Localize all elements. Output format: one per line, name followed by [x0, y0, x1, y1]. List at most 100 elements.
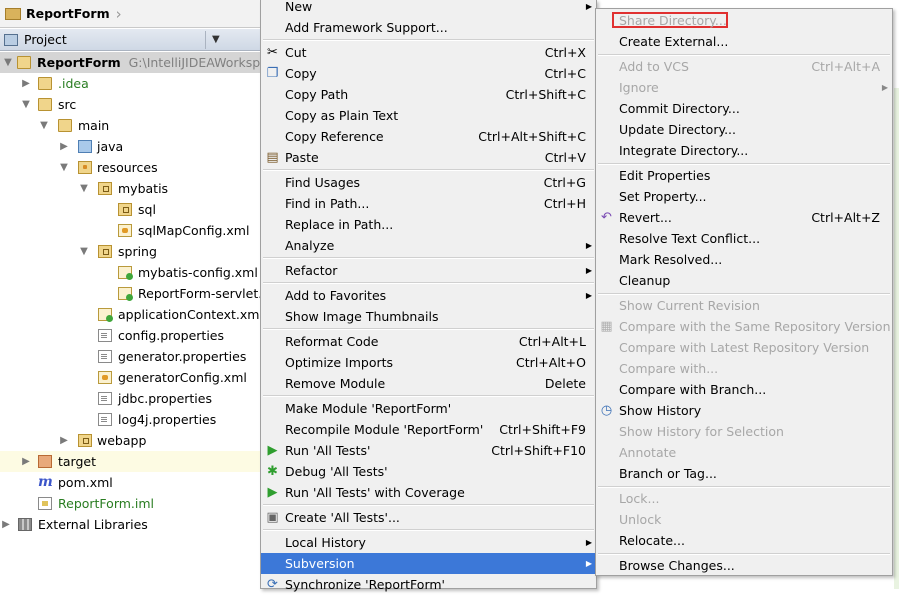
menu-item-paste[interactable]: ▤ Paste Ctrl+V	[261, 147, 596, 168]
menu-item-copy-as-plain-text[interactable]: Copy as Plain Text	[261, 105, 596, 126]
menu-item-create-all-tests[interactable]: ▣ Create 'All Tests'...	[261, 507, 596, 528]
menu-item-copy[interactable]: ❐ Copy Ctrl+C	[261, 63, 596, 84]
menu-item-subversion[interactable]: Subversion ▶	[261, 553, 596, 574]
scissors-icon: ✂	[267, 45, 278, 60]
svn-item-mark-resolved[interactable]: Mark Resolved...	[596, 249, 892, 270]
tree-node-sqlmapconfig[interactable]: sqlMapConfig.xml	[0, 220, 262, 241]
menu-item-analyze[interactable]: Analyze ▶	[261, 235, 596, 256]
menu-item-synchronize[interactable]: ⟳ Synchronize 'ReportForm'	[261, 574, 596, 595]
svn-item-compare-with[interactable]: Compare with...	[596, 358, 892, 379]
tree-node-idea[interactable]: ▶ .idea	[0, 73, 262, 94]
tree-node-applicationcontext[interactable]: applicationContext.xml	[0, 304, 262, 325]
expand-arrow-icon[interactable]: ▼	[58, 157, 70, 178]
tree-node-jdbc-properties[interactable]: jdbc.properties	[0, 388, 262, 409]
menu-item-refactor[interactable]: Refactor ▶	[261, 260, 596, 281]
tree-node-label: webapp	[97, 433, 147, 448]
menu-item-find-in-path[interactable]: Find in Path... Ctrl+H	[261, 193, 596, 214]
menu-item-new[interactable]: New ▶	[261, 0, 596, 17]
menu-item-copy-reference[interactable]: Copy Reference Ctrl+Alt+Shift+C	[261, 126, 596, 147]
tree-node-label: External Libraries	[38, 517, 148, 532]
tree-node-mybatis[interactable]: ▼ mybatis	[0, 178, 262, 199]
menu-item-local-history[interactable]: Local History ▶	[261, 532, 596, 553]
svn-item-compare-same-repo[interactable]: ▦ Compare with the Same Repository Versio…	[596, 316, 892, 337]
menu-item-replace-in-path[interactable]: Replace in Path...	[261, 214, 596, 235]
svn-item-commit-directory[interactable]: Commit Directory...	[596, 98, 892, 119]
expand-arrow-icon[interactable]: ▼	[78, 241, 90, 262]
tree-node-generator-properties[interactable]: generator.properties	[0, 346, 262, 367]
menu-item-find-usages[interactable]: Find Usages Ctrl+G	[261, 172, 596, 193]
svn-item-compare-latest-repo[interactable]: Compare with Latest Repository Version	[596, 337, 892, 358]
submenu-arrow-icon: ▶	[585, 538, 592, 547]
svn-item-revert[interactable]: ↶ Revert... Ctrl+Alt+Z	[596, 207, 892, 228]
svn-item-branch-or-tag[interactable]: Branch or Tag...	[596, 463, 892, 484]
tree-node-project-root[interactable]: ▼ ReportForm G:\IntelliJIDEAWorkspace	[0, 52, 262, 73]
expand-arrow-icon[interactable]: ▶	[58, 430, 70, 451]
expand-arrow-icon[interactable]: ▶	[0, 514, 12, 535]
tree-node-target[interactable]: ▶ target	[0, 451, 262, 472]
svn-item-cleanup[interactable]: Cleanup	[596, 270, 892, 291]
svn-item-show-history-for-selection[interactable]: Show History for Selection	[596, 421, 892, 442]
tree-node-external-libraries[interactable]: ▶ External Libraries	[0, 514, 262, 535]
svn-item-resolve-text-conflict[interactable]: Resolve Text Conflict...	[596, 228, 892, 249]
tree-node-src[interactable]: ▼ src	[0, 94, 262, 115]
expand-arrow-icon[interactable]: ▶	[20, 451, 32, 472]
folder-icon	[17, 56, 31, 69]
svn-item-integrate-directory[interactable]: Integrate Directory...	[596, 140, 892, 161]
svn-item-show-history[interactable]: ◷ Show History	[596, 400, 892, 421]
svn-item-create-external[interactable]: Create External...	[596, 31, 892, 52]
svn-item-update-directory[interactable]: Update Directory...	[596, 119, 892, 140]
package-icon	[98, 245, 112, 258]
expand-arrow-icon[interactable]: ▼	[20, 94, 32, 115]
tree-node-pom[interactable]: m pom.xml	[0, 472, 262, 493]
spring-xml-icon	[118, 287, 133, 301]
svn-item-compare-with-branch[interactable]: Compare with Branch...	[596, 379, 892, 400]
expand-arrow-icon[interactable]: ▶	[20, 73, 32, 94]
svn-item-annotate[interactable]: Annotate	[596, 442, 892, 463]
chevron-down-icon[interactable]: ▼	[212, 34, 220, 45]
tree-node-iml[interactable]: ReportForm.iml	[0, 493, 262, 514]
tree-node-sql[interactable]: sql	[0, 199, 262, 220]
coverage-icon: ▶	[267, 485, 278, 500]
expand-arrow-icon[interactable]: ▼	[2, 52, 14, 73]
tree-node-config-properties[interactable]: config.properties	[0, 325, 262, 346]
menu-item-add-framework-support[interactable]: Add Framework Support...	[261, 17, 596, 38]
tree-node-resources[interactable]: ▼ resources	[0, 157, 262, 178]
menu-item-add-to-favorites[interactable]: Add to Favorites ▶	[261, 285, 596, 306]
svn-item-ignore[interactable]: Ignore ▶	[596, 77, 892, 98]
expand-arrow-icon[interactable]: ▼	[78, 178, 90, 199]
svn-item-relocate[interactable]: Relocate...	[596, 530, 892, 551]
menu-item-debug-all-tests[interactable]: ✱ Debug 'All Tests'	[261, 461, 596, 482]
menu-item-run-with-coverage[interactable]: ▶ Run 'All Tests' with Coverage	[261, 482, 596, 503]
folder-icon	[5, 7, 21, 20]
expand-arrow-icon[interactable]: ▼	[38, 115, 50, 136]
menu-item-reformat-code[interactable]: Reformat Code Ctrl+Alt+L	[261, 331, 596, 352]
tree-node-log4j-properties[interactable]: log4j.properties	[0, 409, 262, 430]
menu-item-copy-path[interactable]: Copy Path Ctrl+Shift+C	[261, 84, 596, 105]
svn-item-browse-changes[interactable]: Browse Changes...	[596, 555, 892, 576]
project-view-selector[interactable]: Project	[24, 32, 67, 47]
svn-item-set-property[interactable]: Set Property...	[596, 186, 892, 207]
breadcrumb-project[interactable]: ReportForm	[26, 6, 110, 21]
tree-node-label: config.properties	[118, 328, 225, 343]
tree-node-java[interactable]: ▶ java	[0, 136, 262, 157]
menu-item-remove-module[interactable]: Remove Module Delete	[261, 373, 596, 394]
svn-item-unlock[interactable]: Unlock	[596, 509, 892, 530]
tree-node-webapp[interactable]: ▶ webapp	[0, 430, 262, 451]
svn-item-show-current-revision[interactable]: Show Current Revision	[596, 295, 892, 316]
menu-item-run-all-tests[interactable]: ▶ Run 'All Tests' Ctrl+Shift+F10	[261, 440, 596, 461]
menu-item-cut[interactable]: ✂ Cut Ctrl+X	[261, 42, 596, 63]
svn-item-share-directory[interactable]: Share Directory...	[596, 10, 892, 31]
menu-item-show-image-thumbnails[interactable]: Show Image Thumbnails	[261, 306, 596, 327]
svn-item-add-to-vcs[interactable]: Add to VCS Ctrl+Alt+A	[596, 56, 892, 77]
tree-node-mybatis-config[interactable]: mybatis-config.xml	[0, 262, 262, 283]
tree-node-reportform-servlet[interactable]: ReportForm-servlet.xml	[0, 283, 262, 304]
svn-item-lock[interactable]: Lock...	[596, 488, 892, 509]
svn-item-edit-properties[interactable]: Edit Properties	[596, 165, 892, 186]
menu-item-make-module[interactable]: Make Module 'ReportForm'	[261, 398, 596, 419]
expand-arrow-icon[interactable]: ▶	[58, 136, 70, 157]
menu-item-optimize-imports[interactable]: Optimize Imports Ctrl+Alt+O	[261, 352, 596, 373]
menu-item-recompile-module[interactable]: Recompile Module 'ReportForm' Ctrl+Shift+…	[261, 419, 596, 440]
tree-node-generatorconfig[interactable]: generatorConfig.xml	[0, 367, 262, 388]
tree-node-spring[interactable]: ▼ spring	[0, 241, 262, 262]
tree-node-main[interactable]: ▼ main	[0, 115, 262, 136]
